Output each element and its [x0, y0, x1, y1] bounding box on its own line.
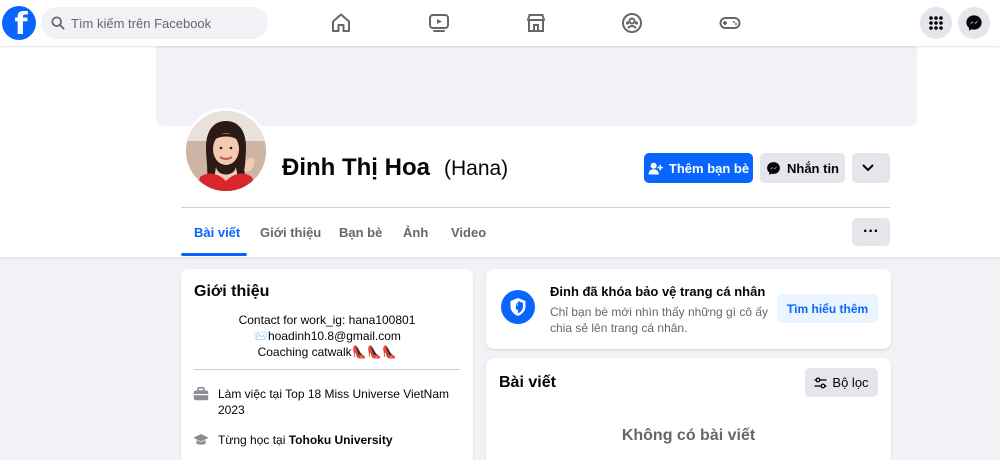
posts-card: Bài viết Bộ lọc Không có bài viết	[486, 358, 891, 460]
work-text: Làm việc tại Top 18 Miss Universe VietNa…	[218, 386, 461, 418]
filter-label: Bộ lọc	[832, 375, 869, 390]
learn-more-button[interactable]: Tìm hiểu thêm	[777, 294, 878, 323]
cover-photo[interactable]	[156, 46, 917, 126]
education-info: Từng học tại Tohoku University	[193, 432, 461, 448]
chevron-down-icon	[862, 164, 874, 172]
bio-line: Contact for work_ig: hana100801	[238, 313, 416, 327]
briefcase-icon	[193, 387, 209, 401]
bio-line: 📨hoadinh10.8@gmail.com	[253, 329, 401, 343]
message-label: Nhắn tin	[787, 160, 839, 176]
marketplace-icon[interactable]	[524, 11, 548, 35]
profile-photo	[186, 111, 266, 191]
facebook-logo[interactable]: f	[2, 6, 36, 40]
gaming-icon[interactable]	[718, 11, 742, 35]
work-info: Làm việc tại Top 18 Miss Universe VietNa…	[193, 386, 461, 418]
shield-lock-icon	[501, 290, 535, 324]
more-dots-icon: ···	[863, 223, 879, 240]
search-icon	[51, 16, 65, 30]
locked-notice-description: Chỉ bạn bè mới nhìn thấy những gì cô ấy …	[550, 305, 769, 335]
education-place[interactable]: Tohoku University	[289, 433, 393, 447]
messenger-icon	[767, 161, 780, 175]
add-friend-icon	[648, 162, 663, 175]
message-button[interactable]: Nhắn tin	[760, 153, 845, 183]
education-prefix: Từng học tại	[218, 433, 289, 447]
posts-title: Bài viết	[499, 374, 556, 391]
search-input[interactable]: Tìm kiếm trên Facebook	[71, 16, 211, 31]
menu-grid-button[interactable]	[920, 7, 952, 39]
work-prefix: Làm việc tại	[218, 387, 286, 401]
top-navigation-bar: f Tìm kiếm trên Facebook	[0, 0, 1000, 46]
tab-friends[interactable]: Bạn bè	[339, 225, 382, 240]
messenger-button[interactable]	[958, 7, 990, 39]
filter-icon	[814, 377, 827, 388]
tab-about[interactable]: Giới thiệu	[260, 225, 321, 240]
header-divider	[181, 207, 890, 208]
profile-header: Đinh Thị Hoa (Hana) Thêm bạn bè Nhắn tin…	[0, 46, 1000, 257]
messenger-icon	[966, 15, 982, 31]
avatar[interactable]	[183, 108, 269, 194]
add-friend-label: Thêm bạn bè	[668, 160, 750, 176]
filter-button[interactable]: Bộ lọc	[805, 368, 878, 397]
profile-name-row: Đinh Thị Hoa (Hana)	[282, 154, 508, 182]
tabs-more-button[interactable]: ···	[852, 218, 890, 246]
tab-videos[interactable]: Video	[451, 225, 486, 240]
locked-profile-notice: Đinh đã khóa bảo vệ trang cá nhân Chỉ bạ…	[486, 269, 891, 349]
intro-card: Giới thiệu Contact for work_ig: hana1008…	[181, 269, 473, 460]
no-posts-message: Không có bài viết	[621, 427, 756, 444]
tab-photos[interactable]: Ảnh	[403, 225, 428, 240]
intro-title: Giới thiệu	[194, 283, 270, 300]
groups-icon[interactable]	[620, 11, 644, 35]
facebook-logo-letter: f	[14, 7, 28, 40]
more-options-button[interactable]	[852, 153, 890, 183]
intro-divider	[194, 369, 460, 370]
profile-alternate-name: (Hana)	[443, 157, 509, 180]
search-box[interactable]: Tìm kiếm trên Facebook	[41, 7, 268, 39]
menu-grid-icon	[929, 16, 943, 30]
video-icon[interactable]	[427, 11, 451, 35]
locked-notice-title: Đinh đã khóa bảo vệ trang cá nhân	[550, 284, 766, 299]
active-tab-indicator	[181, 253, 247, 256]
home-icon[interactable]	[329, 11, 353, 35]
intro-bio: Contact for work_ig: hana100801 📨hoadinh…	[181, 312, 473, 360]
graduation-cap-icon	[193, 434, 209, 445]
education-text: Từng học tại Tohoku University	[218, 432, 393, 448]
add-friend-button[interactable]: Thêm bạn bè	[644, 153, 753, 183]
bio-line: Coaching catwalk👠👠👠	[257, 345, 397, 359]
tab-posts[interactable]: Bài viết	[194, 225, 240, 240]
profile-name: Đinh Thị Hoa	[282, 154, 430, 181]
